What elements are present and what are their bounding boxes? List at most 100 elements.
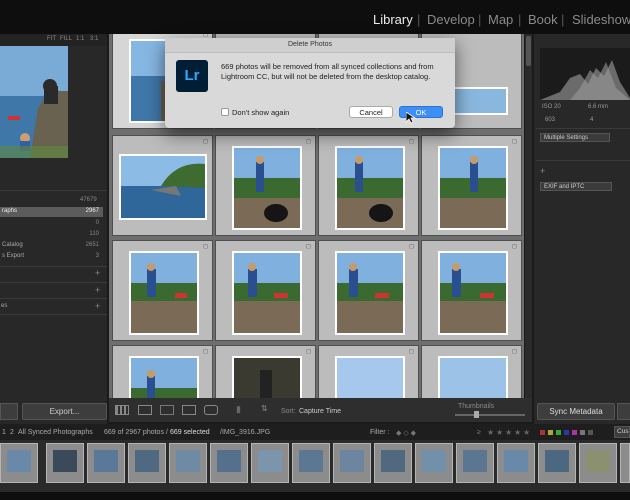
thumbnail-size-knob[interactable] [474,411,479,418]
rating-op-icon[interactable]: ≥ [477,429,481,436]
photo-thumbnail[interactable] [232,251,302,335]
metadata-view-dropdown[interactable]: EXIF and IPTC [540,182,612,191]
dont-show-again-checkbox[interactable] [221,108,229,116]
catalog-row-export[interactable]: s Export 3 [0,252,103,262]
sort-direction-icon[interactable]: ⇅ [261,404,268,413]
photo-thumbnail[interactable] [335,251,405,335]
export-button[interactable]: Export... [22,403,107,420]
color-label-green[interactable] [556,430,561,435]
grid-cell[interactable]: ◻ [112,135,213,236]
filmstrip-cell[interactable] [46,443,84,483]
window-2-button[interactable]: 2 [10,429,14,436]
filmstrip-cell[interactable] [497,443,535,483]
catalog-row[interactable]: 0 [0,219,103,229]
add-icon[interactable]: + [95,268,100,278]
catalog-row[interactable]: 110 [0,230,103,240]
photo-thumbnail[interactable] [232,356,302,398]
filmstrip-cell[interactable] [87,443,125,483]
grid-view-icon[interactable] [115,405,129,415]
color-label-yellow[interactable] [548,430,553,435]
module-book[interactable]: Book [528,12,558,27]
star-icon[interactable]: ★ [496,428,503,437]
photo-thumbnail[interactable] [438,251,508,335]
filmstrip-cell[interactable] [456,443,494,483]
nav-1-1[interactable]: 1:1 [76,36,84,42]
flag-filter-icon[interactable]: ◆ ◇ ◆ [396,429,416,437]
filmstrip-cell[interactable] [169,443,207,483]
thumbnail-size-slider[interactable] [455,414,525,416]
add-icon[interactable]: + [540,166,545,176]
module-develop[interactable]: Develop [427,12,475,27]
photo-thumbnail[interactable] [232,146,302,230]
grid-cell[interactable]: ◻ [421,135,522,236]
grid-cell[interactable]: ◻ [215,135,316,236]
people-view-icon[interactable] [204,405,218,415]
photo-thumbnail[interactable] [438,146,508,230]
catalog-row-catalog[interactable]: Catalog 2651 [0,241,103,251]
color-label-red[interactable] [540,430,545,435]
photo-count-a: 603 [545,117,556,123]
spray-can-icon[interactable]: ▮ [236,404,241,415]
star-icon[interactable]: ★ [514,428,521,437]
import-button[interactable] [0,403,18,420]
grid-cell[interactable]: ◻ [215,240,316,341]
color-label-blue[interactable] [564,430,569,435]
sort-dropdown[interactable]: Capture Time [299,408,341,415]
window-1-button[interactable]: 1 [2,429,6,436]
filmstrip-cell[interactable] [210,443,248,483]
grid-cell[interactable]: ◻ [318,135,419,236]
grid-scrollbar[interactable] [525,34,532,398]
filmstrip-cell[interactable] [374,443,412,483]
star-icon[interactable]: ★ [523,428,530,437]
compare-view-icon[interactable] [160,405,174,415]
grid-scrollbar-thumb[interactable] [526,36,531,66]
filmstrip-cell[interactable] [415,443,453,483]
nav-3-1[interactable]: 3:1 [90,36,98,42]
sync-settings-button[interactable] [617,403,630,420]
filmstrip-cell[interactable] [251,443,289,483]
module-map[interactable]: Map [488,12,513,27]
saved-preset-dropdown[interactable]: Multiple Settings [540,133,610,142]
filter-preset-dropdown[interactable]: Cus [614,426,630,438]
photo-thumbnail[interactable] [129,251,199,335]
star-icon[interactable]: ★ [505,428,512,437]
filmstrip-cell[interactable] [0,443,38,483]
grid-cell[interactable]: ◻ [112,345,213,398]
filmstrip-cell[interactable] [333,443,371,483]
star-icon[interactable]: ★ [487,428,494,437]
filmstrip-cell[interactable] [538,443,576,483]
grid-cell[interactable]: ◻ [112,240,213,341]
grid-cell[interactable]: ◻ [421,240,522,341]
grid-cell[interactable]: ◻ [421,345,522,398]
photo-thumbnail[interactable] [119,154,207,220]
filmstrip-cell[interactable] [128,443,166,483]
source-breadcrumb[interactable]: All Synced Photographs [18,429,93,436]
grid-cell[interactable]: ◻ [215,345,316,398]
navigator-preview[interactable] [0,46,68,158]
dont-show-again-label[interactable]: Don't show again [232,108,289,117]
survey-view-icon[interactable] [182,405,196,415]
add-icon[interactable]: + [95,285,100,295]
color-label-purple[interactable] [572,430,577,435]
cancel-button[interactable]: Cancel [349,106,393,118]
sync-metadata-button[interactable]: Sync Metadata [537,403,615,420]
current-filename[interactable]: /IMG_3916.JPG [220,429,270,436]
loupe-view-icon[interactable] [138,405,152,415]
photo-thumbnail[interactable] [335,146,405,230]
color-label-none[interactable] [588,430,593,435]
grid-cell[interactable]: ◻ [318,345,419,398]
photo-thumbnail[interactable] [335,356,405,398]
filmstrip-cell[interactable] [620,443,630,483]
color-label-other[interactable] [580,430,585,435]
module-library[interactable]: Library [373,12,413,27]
catalog-row-synced[interactable]: raphs 2967 [0,207,103,217]
filmstrip-cell[interactable] [292,443,330,483]
photo-thumbnail[interactable] [438,356,508,398]
module-slideshow[interactable]: Slideshow [572,12,630,27]
nav-fill[interactable]: FILL [60,36,72,42]
photo-thumbnail[interactable] [129,356,199,398]
nav-fit[interactable]: FIT [47,36,56,42]
grid-cell[interactable]: ◻ [318,240,419,341]
add-icon[interactable]: + [95,301,100,311]
filmstrip-cell[interactable] [579,443,617,483]
